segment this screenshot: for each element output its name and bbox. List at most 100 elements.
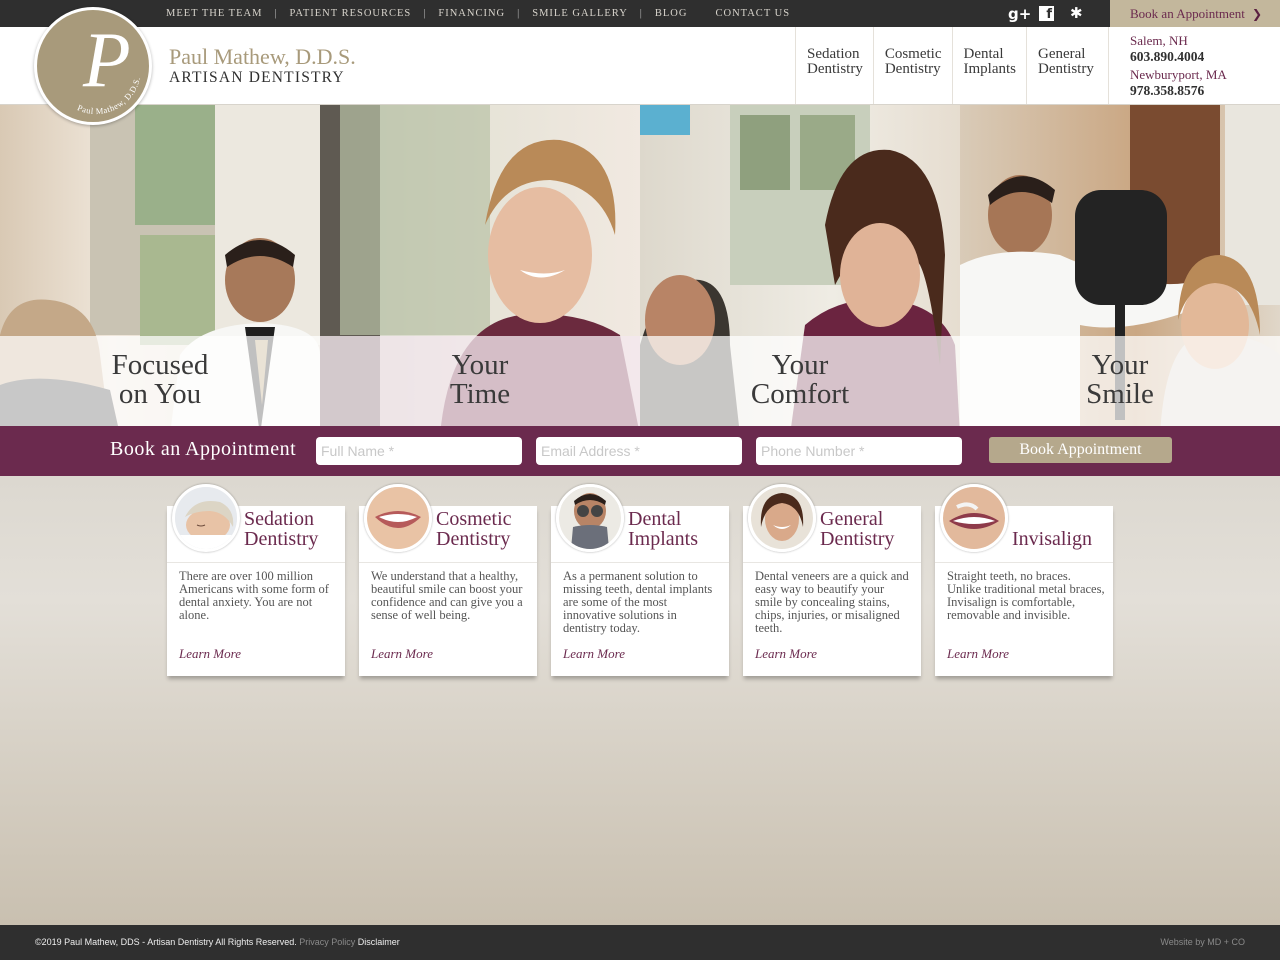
hero-caption: Your Time (320, 336, 640, 426)
privacy-policy-link[interactable]: Privacy Policy (299, 937, 355, 947)
book-appointment-top-button[interactable]: Book an Appointment ❯ (1110, 0, 1280, 27)
facebook-icon: f (1039, 6, 1054, 21)
googleplus-link[interactable]: g+ (1008, 0, 1031, 27)
booking-label: Book an Appointment (110, 438, 297, 460)
service-title-line2: Implants (628, 528, 698, 550)
sedation-thumbnail[interactable] (172, 484, 240, 552)
hero-panel-focused-on-you: Focused on You (0, 105, 320, 426)
implants-thumbnail[interactable] (556, 484, 624, 552)
invisalign-thumbnail[interactable] (940, 484, 1008, 552)
top-nav-separator: | (517, 8, 521, 19)
aligner-tray-icon (943, 487, 1005, 549)
service-card-implants: Dental Implants As a permanent solution … (551, 484, 729, 676)
service-card-cosmetic: Cosmetic Dentistry We understand that a … (359, 484, 537, 676)
sleeping-patient-icon (175, 487, 237, 549)
card-divider (551, 562, 729, 563)
yelp-link[interactable]: ✱ (1070, 0, 1083, 27)
disclaimer-link[interactable]: Disclaimer (358, 937, 400, 947)
phone-salem[interactable]: 603.890.4004 (1130, 48, 1280, 65)
hero-panel-your-comfort: Your Comfort (640, 105, 960, 426)
site-footer: ©2019 Paul Mathew, DDS - Artisan Dentist… (0, 925, 1280, 960)
learn-more-link[interactable]: Learn More (755, 646, 817, 662)
hero-caption-line1: Your (771, 349, 829, 381)
hero-caption-line2: on You (118, 378, 202, 410)
main-nav-general-dentistry[interactable]: General Dentistry (1026, 27, 1104, 104)
top-nav-meet-the-team[interactable]: MEET THE TEAM (166, 8, 262, 19)
top-nav-blog[interactable]: BLOG (655, 8, 688, 19)
card-divider (167, 562, 345, 563)
service-title[interactable]: Dental Implants (628, 509, 698, 549)
main-nav: Sedation Dentistry Cosmetic Dentistry De… (795, 27, 1104, 104)
card-divider (935, 562, 1113, 563)
service-description: There are over 100 million Americans wit… (179, 569, 329, 622)
service-title-line1: Invisalign (1012, 528, 1092, 550)
service-title[interactable]: Cosmetic Dentistry (436, 509, 512, 549)
nav-label-line2: Dentistry (807, 61, 863, 77)
service-title-line2: Dentistry (436, 528, 511, 550)
hero-caption: Your Comfort (640, 336, 960, 426)
smiling-woman-icon (751, 487, 813, 549)
learn-more-link[interactable]: Learn More (179, 646, 241, 662)
nav-label-line2: Dentistry (1038, 61, 1094, 77)
yelp-icon: ✱ (1070, 6, 1083, 22)
service-title[interactable]: Invisalign (1012, 529, 1092, 549)
main-nav-cosmetic-dentistry[interactable]: Cosmetic Dentistry (872, 27, 952, 104)
hero-panel-your-smile: Your Smile (960, 105, 1280, 426)
hero-caption-line1: Your (1091, 349, 1149, 381)
main-nav-sedation-dentistry[interactable]: Sedation Dentistry (795, 27, 873, 104)
nav-label-line2: Dentistry (884, 61, 941, 77)
service-title-line1: Cosmetic (436, 508, 512, 530)
service-description: As a permanent solution to missing teeth… (563, 569, 713, 635)
top-nav-separator: | (423, 8, 427, 19)
dentist-loupes-icon (559, 487, 621, 549)
hero-caption-line2: Time (449, 378, 511, 410)
hero-caption-line2: Comfort (750, 378, 850, 410)
hero-panel-your-time: Your Time (320, 105, 640, 426)
top-nav-contact-us[interactable]: CONTACT US (715, 8, 790, 19)
googleplus-icon: g+ (1008, 4, 1032, 23)
hero-caption: Focused on You (0, 336, 320, 426)
service-title-line2: Dentistry (820, 528, 895, 550)
booking-bar: Book an Appointment Book Appointment (0, 426, 1280, 476)
cosmetic-thumbnail[interactable] (364, 484, 432, 552)
phone-input[interactable] (756, 437, 962, 465)
brand-name[interactable]: Paul Mathew, D.D.S. (169, 44, 356, 70)
full-name-input[interactable] (316, 437, 522, 465)
service-title[interactable]: General Dentistry (820, 509, 894, 549)
service-description: We understand that a healthy, beautiful … (371, 569, 523, 622)
general-thumbnail[interactable] (748, 484, 816, 552)
top-nav: MEET THE TEAM | PATIENT RESOURCES | FINA… (166, 0, 790, 27)
service-title[interactable]: Sedation Dentistry (244, 509, 318, 549)
hero-banner: Focused on You Your Time Your Comfort Yo… (0, 105, 1280, 426)
top-nav-patient-resources[interactable]: PATIENT RESOURCES (290, 8, 412, 19)
learn-more-link[interactable]: Learn More (563, 646, 625, 662)
top-nav-smile-gallery[interactable]: SMILE GALLERY (532, 8, 628, 19)
logo-mark-icon: P Paul Mathew, D.D.S. (76, 16, 142, 116)
service-title-line1: General (820, 508, 884, 530)
top-nav-separator: | (274, 8, 278, 19)
locations: Salem, NH 603.890.4004 Newburyport, MA 9… (1108, 27, 1280, 104)
top-nav-financing[interactable]: FINANCING (438, 8, 505, 19)
nav-label-line1: Dental (963, 46, 1004, 62)
hero-caption-line1: Focused (111, 349, 209, 381)
top-nav-separator: | (639, 8, 643, 19)
service-title-line1: Dental (628, 508, 682, 530)
service-card-sedation: Sedation Dentistry There are over 100 mi… (167, 484, 345, 676)
service-title-line2: Dentistry (244, 528, 319, 550)
learn-more-link[interactable]: Learn More (371, 646, 433, 662)
phone-newburyport[interactable]: 978.358.8576 (1130, 82, 1280, 99)
main-nav-dental-implants[interactable]: Dental Implants (951, 27, 1027, 104)
service-title-line1: Sedation (244, 508, 314, 530)
service-description: Straight teeth, no braces. Unlike tradit… (947, 569, 1105, 622)
facebook-link[interactable]: f (1039, 0, 1054, 27)
brand-subtitle[interactable]: ARTISAN DENTISTRY (169, 69, 345, 87)
nav-label-line2: Implants (963, 61, 1017, 77)
hero-caption: Your Smile (960, 336, 1280, 426)
learn-more-link[interactable]: Learn More (947, 646, 1009, 662)
book-appointment-button[interactable]: Book Appointment (989, 437, 1172, 463)
logo[interactable]: P Paul Mathew, D.D.S. (34, 7, 152, 125)
footer-copyright: ©2019 Paul Mathew, DDS - Artisan Dentist… (35, 937, 400, 947)
email-input[interactable] (536, 437, 742, 465)
chevron-right-icon: ❯ (1251, 6, 1262, 21)
website-credit-link[interactable]: Website by MD + CO (1160, 937, 1245, 947)
